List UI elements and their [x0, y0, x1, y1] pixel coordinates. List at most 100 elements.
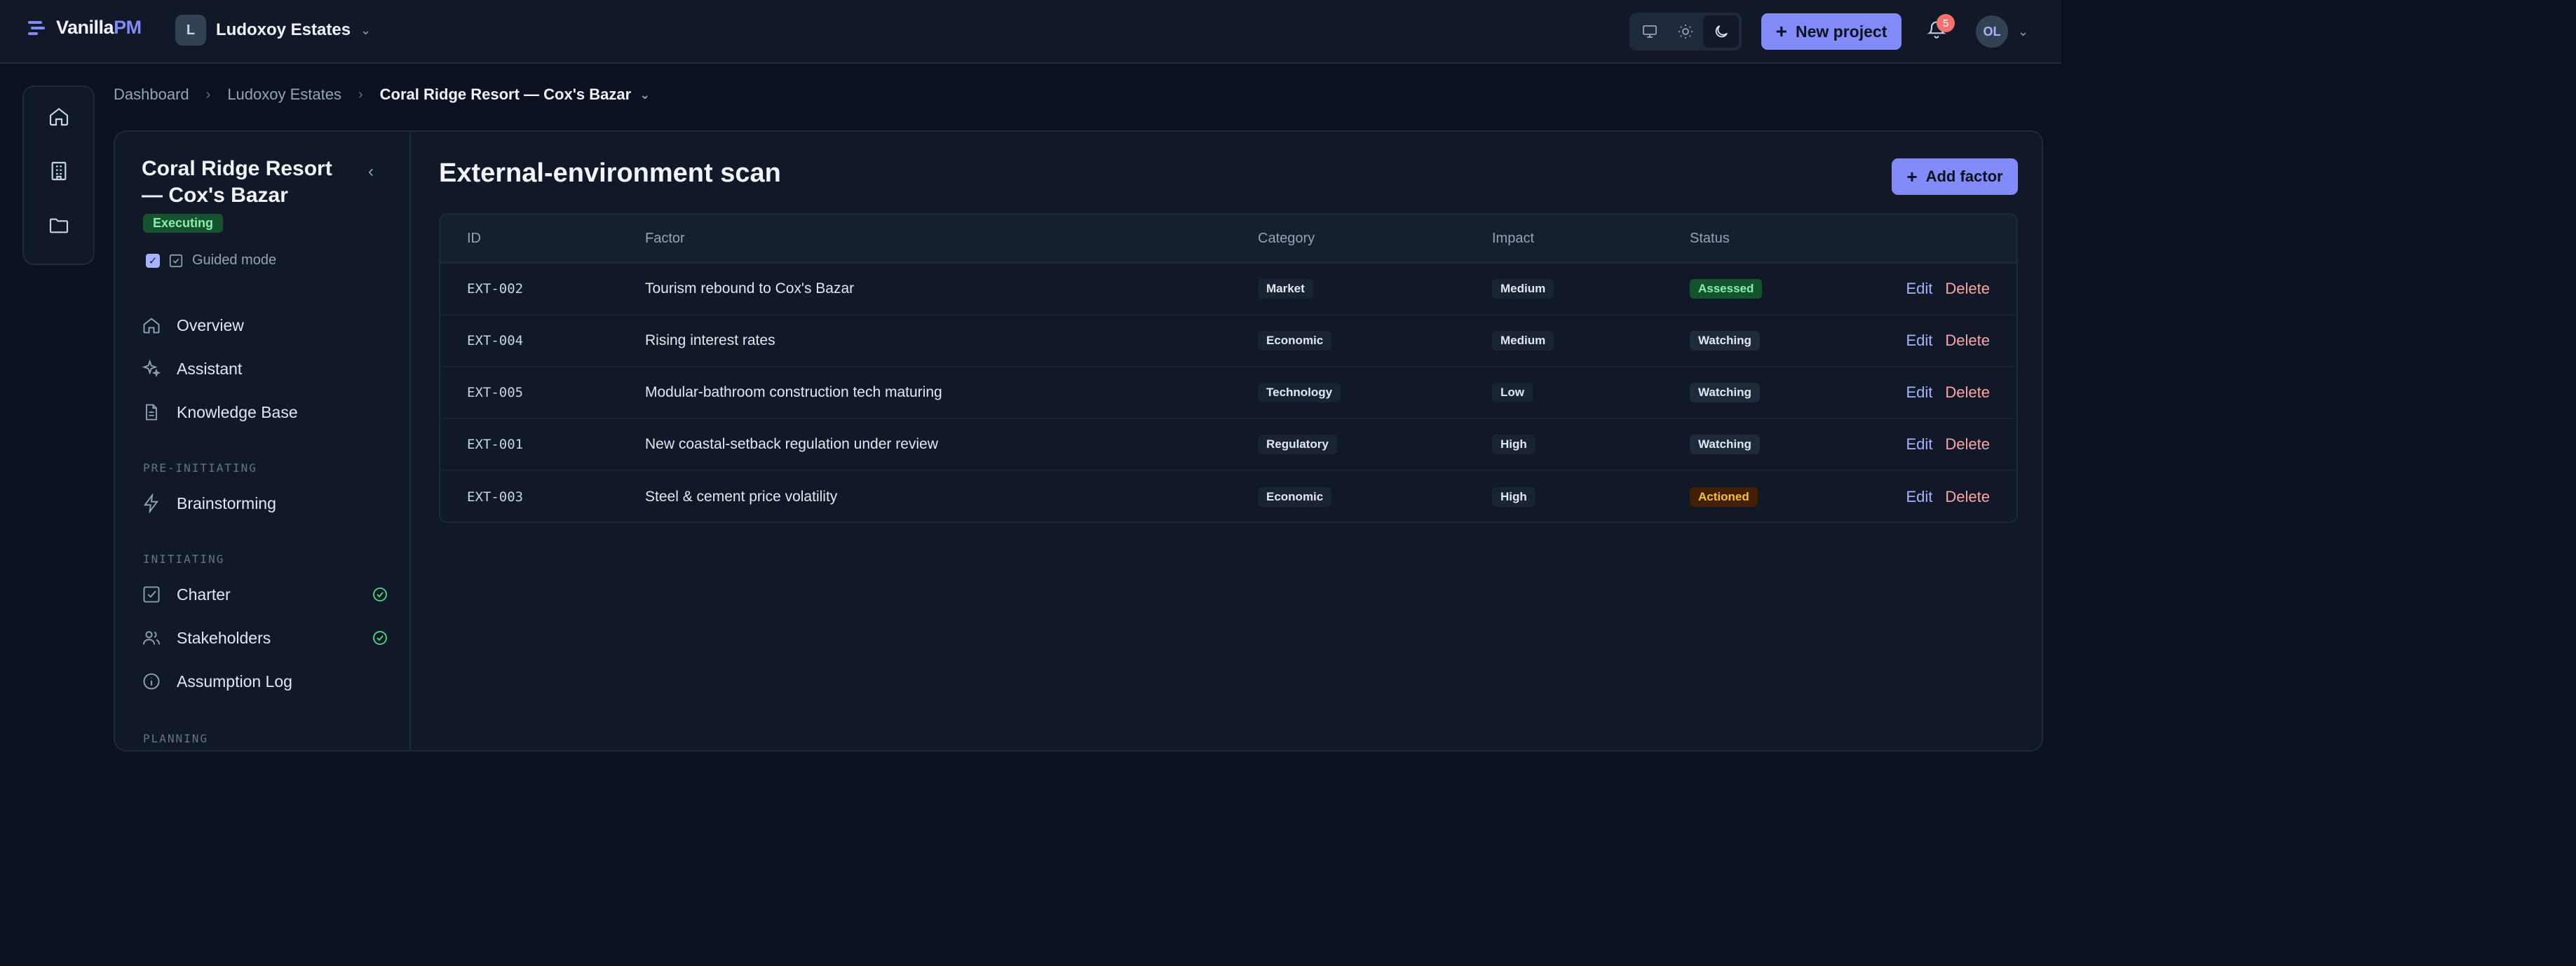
- factor-impact: High: [1492, 471, 1536, 522]
- monitor-icon[interactable]: [1632, 15, 1668, 48]
- chevron-right-icon: ›: [205, 86, 211, 102]
- new-project-label: New project: [1795, 22, 1887, 41]
- collapse-sidebar-icon[interactable]: ‹: [360, 161, 381, 182]
- row-actions: Edit Delete: [1906, 367, 1990, 418]
- delete-button[interactable]: Delete: [1945, 435, 1990, 454]
- workspace-avatar: L: [175, 15, 206, 46]
- factors-table: ID Factor Category Impact Status EXT-002…: [439, 213, 2018, 523]
- table-row: EXT-004 Rising interest rates Economic M…: [440, 315, 2016, 367]
- sidebar-item-brainstorming[interactable]: Brainstorming: [142, 494, 388, 513]
- edit-button[interactable]: Edit: [1906, 332, 1932, 350]
- factor-id: EXT-003: [467, 489, 524, 505]
- edit-button[interactable]: Edit: [1906, 383, 1932, 402]
- row-actions: Edit Delete: [1906, 419, 1990, 470]
- project-panel: Coral Ridge Resort — Cox's Bazar ‹ Execu…: [114, 130, 2043, 751]
- table-header: ID Factor Category Impact Status: [440, 215, 2016, 264]
- checkbox-icon: [143, 586, 160, 603]
- category-tag: Technology: [1258, 383, 1341, 402]
- workspace-switcher[interactable]: L Ludoxoy Estates ⌄: [175, 15, 371, 46]
- bolt-icon: [143, 494, 159, 513]
- factor-name: Steel & cement price volatility: [645, 489, 838, 505]
- column-header-id: ID: [467, 230, 481, 246]
- sidebar-item-label: Overview: [177, 315, 244, 334]
- guided-mode-checkbox[interactable]: ✓: [146, 253, 160, 268]
- sparkles-icon: [142, 359, 161, 378]
- notification-badge: 5: [1937, 14, 1955, 32]
- breadcrumb: Dashboard › Ludoxoy Estates › Coral Ridg…: [114, 86, 650, 104]
- chevron-down-icon: ⌄: [639, 87, 651, 102]
- app-logo[interactable]: VanillaPM: [27, 17, 142, 39]
- table-row: EXT-001 New coastal-setback regulation u…: [440, 419, 2016, 471]
- breadcrumb-dashboard[interactable]: Dashboard: [114, 86, 189, 104]
- folder-icon[interactable]: [45, 212, 73, 240]
- document-icon: [146, 404, 157, 421]
- factor-status: Watching: [1690, 367, 1760, 418]
- user-menu[interactable]: OL ⌄: [1976, 15, 2028, 48]
- page-title: External-environment scan: [439, 158, 781, 188]
- table-row: EXT-005 Modular-bathroom construction te…: [440, 367, 2016, 419]
- factor-status: Assessed: [1690, 264, 1763, 314]
- sidebar-item-overview[interactable]: Overview: [142, 315, 388, 335]
- sidebar-item-assumption-log[interactable]: Assumption Log: [142, 672, 388, 691]
- category-tag: Regulatory: [1258, 435, 1337, 454]
- moon-icon[interactable]: [1703, 15, 1740, 48]
- factor-status: Watching: [1690, 315, 1760, 366]
- factor-category: Technology: [1258, 367, 1341, 418]
- users-icon: [142, 631, 161, 645]
- status-badge: Watching: [1690, 331, 1760, 351]
- new-project-button[interactable]: + New project: [1761, 13, 1902, 50]
- home-icon[interactable]: [45, 102, 73, 130]
- sidebar-item-label: Assistant: [177, 359, 243, 378]
- row-actions: Edit Delete: [1906, 471, 1990, 522]
- sidebar-item-assistant[interactable]: Assistant: [142, 359, 388, 379]
- delete-button[interactable]: Delete: [1945, 332, 1990, 350]
- section-pre-initiating: PRE-INITIATING: [143, 461, 257, 475]
- delete-button[interactable]: Delete: [1945, 383, 1990, 402]
- impact-tag: Medium: [1492, 331, 1554, 351]
- breadcrumb-current-label: Coral Ridge Resort — Cox's Bazar: [379, 86, 632, 103]
- factor-id: EXT-001: [467, 437, 524, 452]
- factor-impact: Medium: [1492, 315, 1554, 366]
- project-sidebar: Coral Ridge Resort — Cox's Bazar ‹ Execu…: [115, 132, 411, 750]
- table-body: EXT-002 Tourism rebound to Cox's Bazar M…: [440, 264, 2016, 522]
- column-header-status: Status: [1690, 230, 1730, 246]
- section-planning: PLANNING: [143, 732, 209, 745]
- chevron-right-icon: ›: [358, 86, 363, 102]
- status-badge: Executing: [143, 214, 224, 233]
- factor-status: Actioned: [1690, 471, 1758, 522]
- workspace-name: Ludoxoy Estates: [216, 20, 351, 39]
- building-icon[interactable]: [45, 157, 73, 185]
- status-badge: Actioned: [1690, 487, 1758, 507]
- sidebar-item-charter[interactable]: Charter: [142, 585, 388, 604]
- delete-button[interactable]: Delete: [1945, 280, 1990, 298]
- factor-id: EXT-004: [467, 333, 524, 348]
- check-circle-icon: [373, 587, 387, 601]
- breadcrumb-workspace[interactable]: Ludoxoy Estates: [227, 86, 341, 104]
- chevron-down-icon: ⌄: [2018, 24, 2029, 39]
- factor-category: Economic: [1258, 471, 1332, 522]
- info-icon: [143, 673, 160, 690]
- check-circle-icon: [373, 631, 387, 645]
- factor-name: Tourism rebound to Cox's Bazar: [645, 280, 855, 297]
- left-rail: [22, 86, 95, 265]
- sidebar-item-label: Charter: [177, 585, 231, 604]
- delete-button[interactable]: Delete: [1945, 488, 1990, 506]
- guided-mode-label: Guided mode: [192, 252, 277, 268]
- edit-button[interactable]: Edit: [1906, 435, 1932, 454]
- breadcrumb-current-project[interactable]: Coral Ridge Resort — Cox's Bazar ⌄: [380, 86, 651, 104]
- column-header-category: Category: [1258, 230, 1315, 246]
- sidebar-item-knowledge-base[interactable]: Knowledge Base: [142, 402, 388, 422]
- table-row: EXT-002 Tourism rebound to Cox's Bazar M…: [440, 264, 2016, 315]
- edit-button[interactable]: Edit: [1906, 280, 1932, 298]
- sun-icon[interactable]: [1668, 15, 1704, 48]
- edit-button[interactable]: Edit: [1906, 488, 1932, 506]
- guided-mode-toggle[interactable]: ✓ Guided mode: [146, 252, 276, 268]
- theme-toggle: [1629, 13, 1742, 50]
- status-badge: Assessed: [1690, 279, 1763, 299]
- factor-category: Regulatory: [1258, 419, 1337, 470]
- project-title: Coral Ridge Resort — Cox's Bazar: [142, 157, 332, 207]
- sidebar-item-stakeholders[interactable]: Stakeholders: [142, 628, 388, 648]
- add-factor-button[interactable]: + Add factor: [1892, 158, 2018, 195]
- category-tag: Economic: [1258, 331, 1332, 351]
- sidebar-item-label: Knowledge Base: [177, 402, 298, 421]
